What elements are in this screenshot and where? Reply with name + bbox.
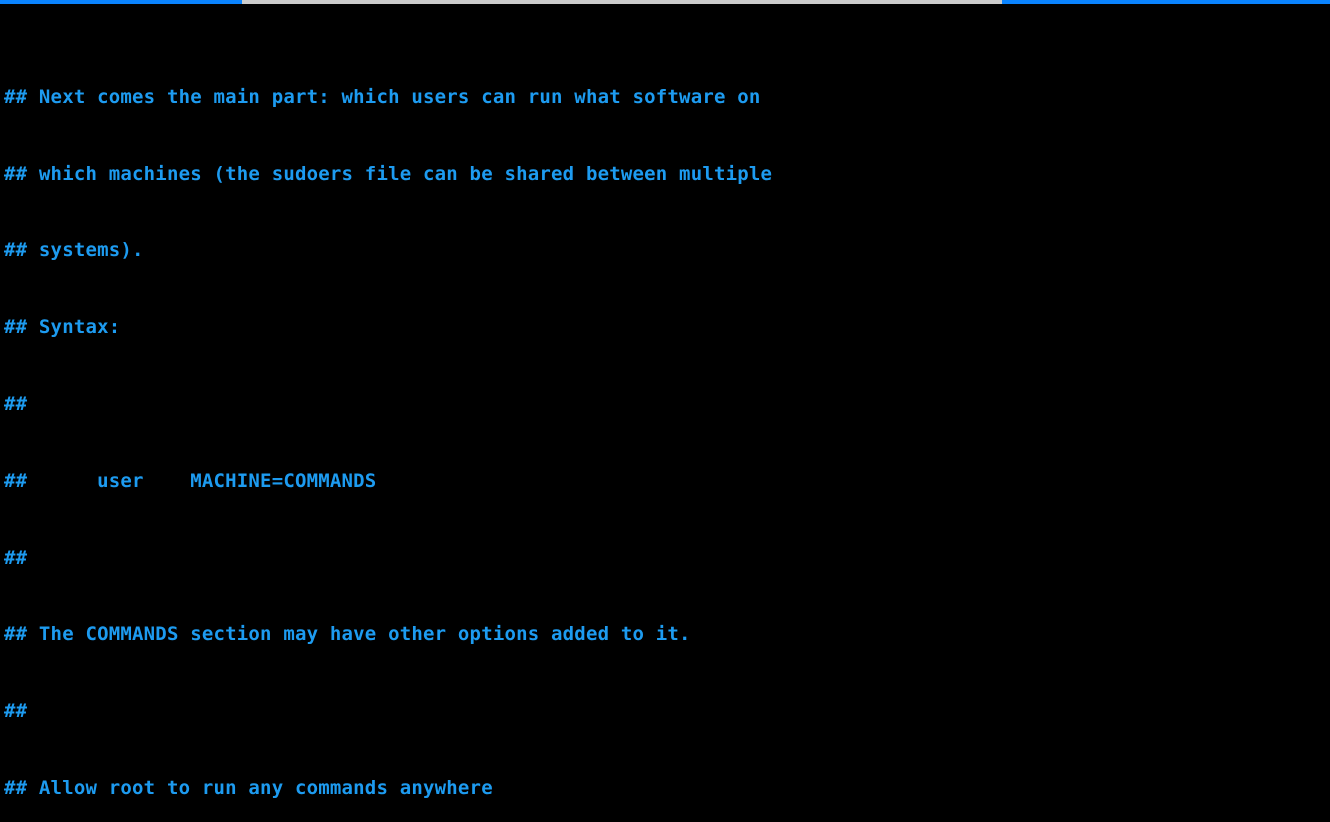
window-titlebar (0, 0, 1330, 4)
comment-line: ## which machines (the sudoers file can … (4, 163, 772, 185)
comment-line: ## (4, 547, 27, 569)
comment-line: ## Syntax: (4, 316, 120, 338)
comment-line: ## (4, 700, 27, 722)
comment-line: ## systems). (4, 239, 144, 261)
comment-line: ## Allow root to run any commands anywhe… (4, 777, 493, 799)
comment-line: ## The COMMANDS section may have other o… (4, 623, 691, 645)
comment-line: ## Next comes the main part: which users… (4, 86, 761, 108)
terminal-viewport[interactable]: ## Next comes the main part: which users… (0, 4, 1330, 822)
comment-line: ## (4, 393, 27, 415)
comment-line: ## user MACHINE=COMMANDS (4, 470, 376, 492)
